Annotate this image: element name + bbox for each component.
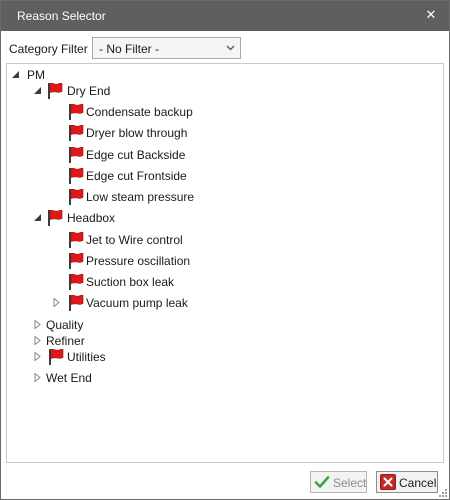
expand-arrow-icon[interactable] <box>33 320 42 329</box>
tree-node-jet-to-wire-control[interactable]: Jet to Wire control <box>66 231 246 249</box>
tree-node-edge-cut-backside[interactable]: Edge cut Backside <box>66 146 246 164</box>
window-title: Reason Selector <box>17 9 106 23</box>
tree-node-utilities[interactable]: Utilities <box>31 348 131 366</box>
tree-node-suction-box-leak[interactable]: Suction box leak <box>66 273 246 291</box>
collapse-arrow-icon[interactable] <box>33 213 42 222</box>
red-flag-icon <box>47 82 63 99</box>
tree-node-headbox[interactable]: Headbox <box>31 209 151 227</box>
tree-node-label: Dry End <box>67 84 111 98</box>
cancel-button[interactable]: Cancel <box>376 471 438 493</box>
tree-node-dryer-blow-through[interactable]: Dryer blow through <box>66 124 246 142</box>
tree-node-condensate-backup[interactable]: Condensate backup <box>66 103 246 121</box>
red-flag-icon <box>68 273 84 290</box>
red-flag-icon <box>68 294 84 311</box>
tree-node-label: Jet to Wire control <box>86 233 183 247</box>
tree-node-edge-cut-frontside[interactable]: Edge cut Frontside <box>66 167 246 185</box>
collapse-arrow-icon[interactable] <box>33 86 42 95</box>
category-filter-label: Category Filter <box>9 42 88 56</box>
red-flag-icon <box>68 167 84 184</box>
expand-arrow-icon[interactable] <box>33 352 42 361</box>
red-flag-icon <box>68 252 84 269</box>
expand-arrow-icon[interactable] <box>33 373 42 382</box>
select-button-label: Select <box>333 476 367 490</box>
close-icon[interactable]: ✕ <box>425 7 437 23</box>
tree-node-label: Suction box leak <box>86 275 175 289</box>
tree-node-label: Condensate backup <box>86 105 193 119</box>
checkmark-icon <box>314 476 330 488</box>
collapse-arrow-icon[interactable] <box>11 70 20 79</box>
tree-node-label: Dryer blow through <box>86 126 188 140</box>
tree-node-label: PM <box>27 68 45 82</box>
tree-node-low-steam-pressure[interactable]: Low steam pressure <box>66 188 246 206</box>
resize-grip-icon[interactable] <box>439 489 448 498</box>
select-button[interactable]: Select <box>310 471 367 493</box>
tree-node-label: Wet End <box>46 371 92 385</box>
red-flag-icon <box>68 146 84 163</box>
tree-node-label: Edge cut Frontside <box>86 169 187 183</box>
expand-arrow-icon[interactable] <box>33 336 42 345</box>
category-filter-value: - No Filter - <box>99 42 159 56</box>
category-filter-dropdown[interactable]: - No Filter - <box>92 37 241 59</box>
tree-node-label: Pressure oscillation <box>86 254 191 268</box>
reason-selector-dialog: Reason Selector ✕ Category Filter - No F… <box>0 0 450 500</box>
cancel-x-icon <box>380 474 396 490</box>
tree-node-dry-end[interactable]: Dry End <box>31 82 151 100</box>
tree-node-vacuum-pump-leak[interactable]: Vacuum pump leak <box>50 294 240 312</box>
red-flag-icon <box>68 231 84 248</box>
title-bar: Reason Selector ✕ <box>1 1 449 31</box>
red-flag-icon <box>68 124 84 141</box>
tree-node-label: Quality <box>46 318 84 332</box>
tree-node-wet-end[interactable]: Wet End <box>31 369 111 387</box>
chevron-down-icon <box>226 45 235 51</box>
red-flag-icon <box>68 188 84 205</box>
expand-arrow-icon[interactable] <box>52 298 61 307</box>
tree-node-label: Refiner <box>46 334 85 348</box>
tree-node-label: Edge cut Backside <box>86 148 186 162</box>
tree-node-label: Headbox <box>67 211 116 225</box>
reason-tree: PM Dry End Condensate backup Dryer blow … <box>6 63 444 463</box>
tree-node-label: Vacuum pump leak <box>86 296 188 310</box>
tree-node-label: Low steam pressure <box>86 190 195 204</box>
red-flag-icon <box>68 103 84 120</box>
cancel-button-label: Cancel <box>399 476 437 490</box>
tree-node-label: Utilities <box>67 350 106 364</box>
red-flag-icon <box>47 209 63 226</box>
tree-node-pressure-oscillation[interactable]: Pressure oscillation <box>66 252 246 270</box>
red-flag-icon <box>48 348 64 365</box>
